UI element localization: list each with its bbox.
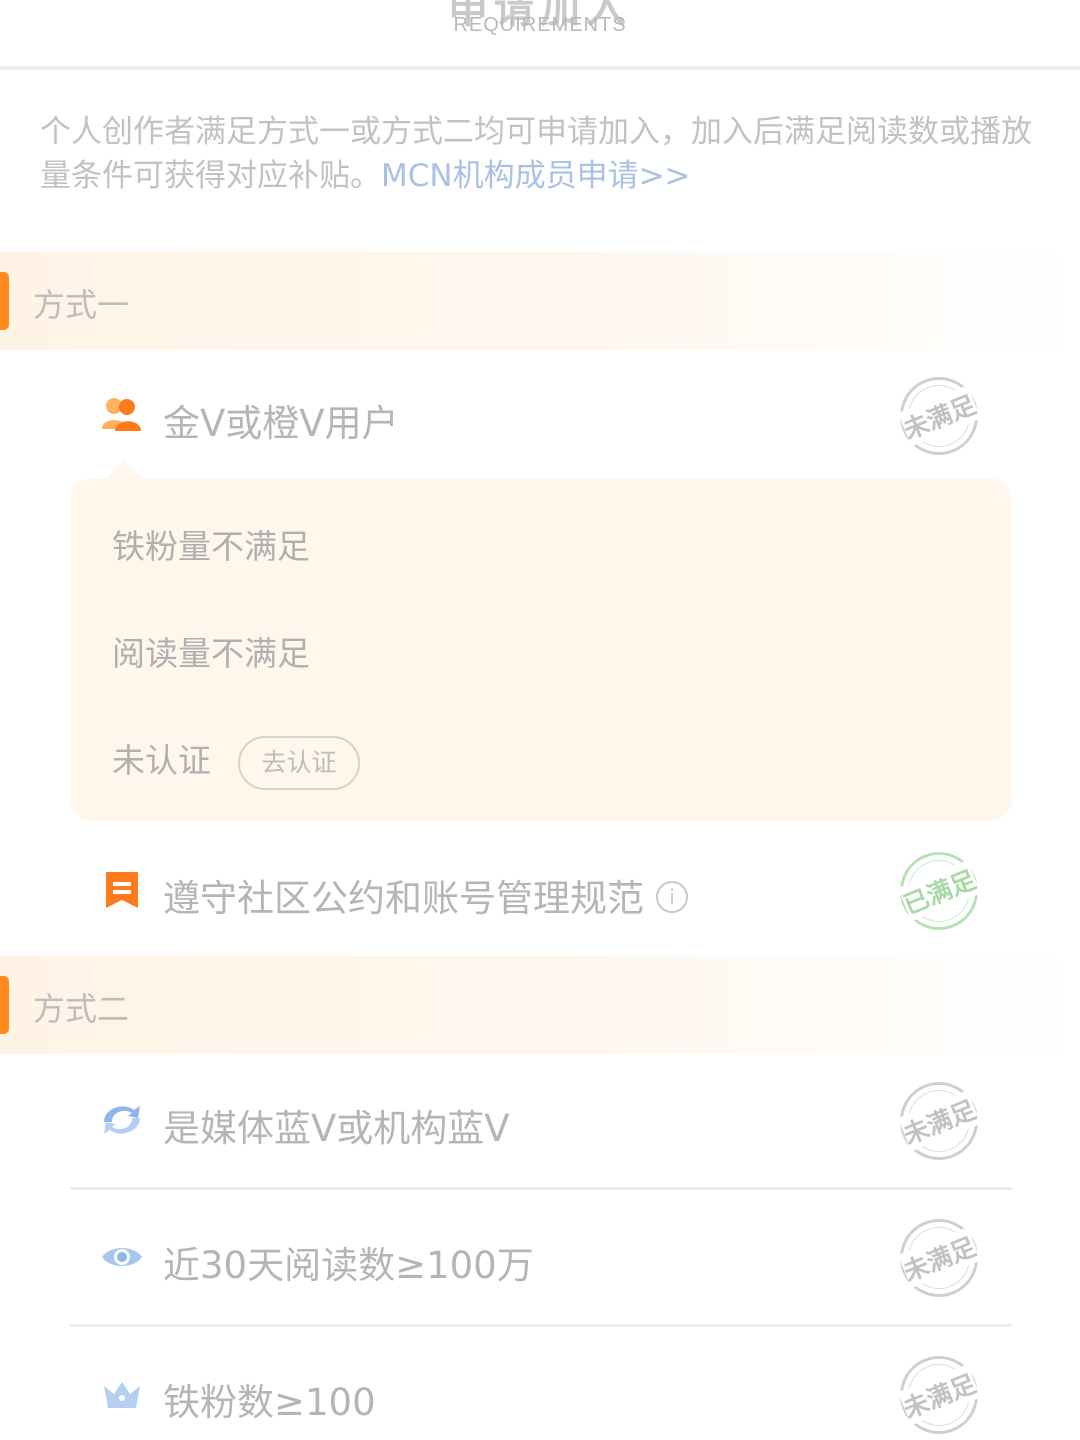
bookmark-icon bbox=[100, 870, 144, 910]
status-text: 未满足 bbox=[897, 1364, 981, 1426]
page-subtitle: REQUIREMENTS bbox=[453, 14, 627, 36]
requirement-label: 金V或橙V用户 bbox=[163, 402, 399, 445]
status-stamp: 未满足 bbox=[888, 365, 990, 467]
requirement-details-panel: 铁粉量不满足 阅读量不满足 未认证 去认证 bbox=[70, 478, 1012, 821]
intro-text: 个人创作者满足方式一或方式二均可申请加入，加入后满足阅读数或播放量条件可获得对应… bbox=[40, 110, 1050, 198]
status-text: 未满足 bbox=[897, 1227, 981, 1289]
eye-icon bbox=[100, 1237, 144, 1277]
requirement-row-vip: 金V或橙V用户 未满足 bbox=[100, 365, 1010, 467]
row-divider bbox=[70, 1324, 1012, 1327]
requirement-row-community: 遵守社区公约和账号管理规范 i 已满足 bbox=[100, 840, 1010, 942]
status-stamp: 未满足 bbox=[888, 1207, 990, 1309]
crown-icon bbox=[100, 1374, 144, 1414]
section-method-1: 方式一 bbox=[0, 252, 1080, 350]
page-header: 申请加入 REQUIREMENTS bbox=[0, 0, 1080, 70]
status-stamp: 未满足 bbox=[888, 1344, 990, 1440]
detail-reads-status: 阅读量不满足 bbox=[112, 634, 310, 673]
section-title: 方式一 bbox=[33, 286, 130, 324]
requirement-row-blue-v: 是媒体蓝V或机构蓝V 未满足 bbox=[100, 1070, 1010, 1172]
status-stamp: 已满足 bbox=[888, 840, 990, 942]
detail-fans-status: 铁粉量不满足 bbox=[112, 527, 310, 566]
section-accent-bar bbox=[0, 272, 9, 330]
blue-v-icon bbox=[100, 1100, 144, 1140]
status-text: 未满足 bbox=[897, 1090, 981, 1152]
requirement-row-fans: 铁粉数≥100 未满足 bbox=[100, 1344, 1010, 1440]
section-title: 方式二 bbox=[33, 990, 130, 1028]
status-text: 未满足 bbox=[897, 385, 981, 447]
requirement-row-reads: 近30天阅读数≥100万 未满足 bbox=[100, 1207, 1010, 1309]
detail-verify-status: 未认证 bbox=[112, 741, 211, 780]
requirement-label: 遵守社区公约和账号管理规范 i bbox=[163, 868, 688, 922]
row-divider bbox=[70, 1187, 1012, 1190]
users-icon bbox=[100, 395, 144, 435]
status-text: 已满足 bbox=[897, 860, 981, 922]
section-method-2: 方式二 bbox=[0, 956, 1080, 1054]
requirement-label-text: 遵守社区公约和账号管理规范 bbox=[163, 877, 644, 920]
mcn-apply-link[interactable]: MCN机构成员申请>> bbox=[381, 158, 691, 194]
status-stamp: 未满足 bbox=[888, 1070, 990, 1172]
requirement-label: 近30天阅读数≥100万 bbox=[163, 1244, 534, 1287]
info-icon[interactable]: i bbox=[656, 880, 688, 913]
requirement-label: 是媒体蓝V或机构蓝V bbox=[163, 1107, 510, 1150]
section-accent-bar bbox=[0, 976, 9, 1034]
go-verify-button[interactable]: 去认证 bbox=[238, 736, 360, 790]
requirement-label: 铁粉数≥100 bbox=[163, 1381, 376, 1424]
